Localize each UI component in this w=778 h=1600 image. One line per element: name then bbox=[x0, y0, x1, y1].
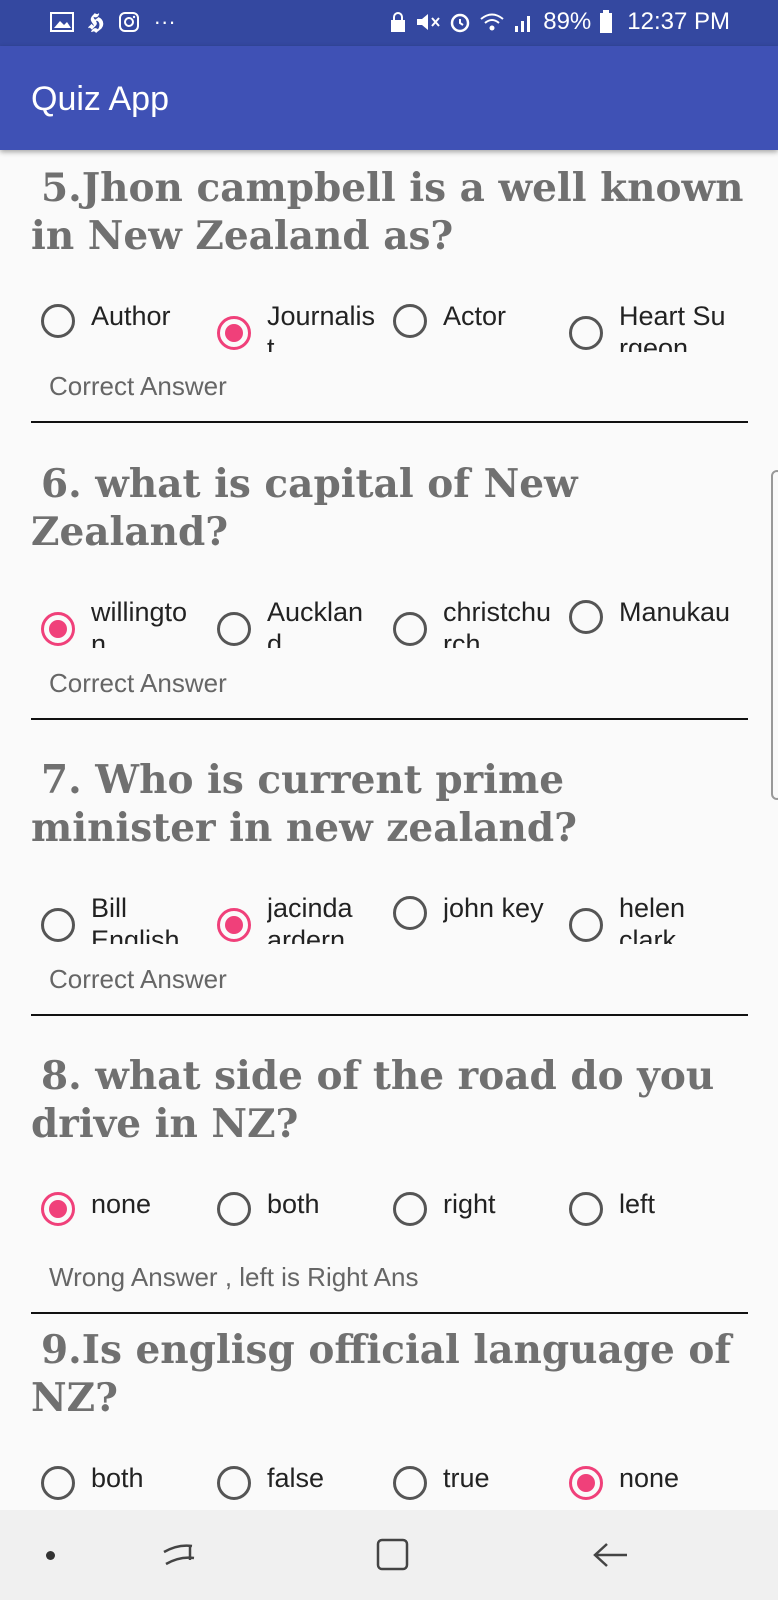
option-label: Author bbox=[91, 301, 171, 331]
mute-icon bbox=[417, 14, 440, 30]
option-label: john key bbox=[443, 893, 544, 923]
option-manukau[interactable]: Manukau bbox=[559, 596, 730, 656]
option-label: right bbox=[443, 1189, 496, 1219]
option-true[interactable]: true bbox=[383, 1462, 553, 1510]
answer-result: Wrong Answer , left is Right Ans bbox=[49, 1262, 419, 1292]
option-left[interactable]: left bbox=[559, 1188, 729, 1248]
radio-button[interactable] bbox=[41, 908, 75, 942]
option-helen-clark[interactable]: helen clark bbox=[559, 892, 729, 952]
answer-result: Correct Answer bbox=[49, 371, 227, 401]
status-bar: 𝕳 ··· 89% 12:37 PM bbox=[0, 0, 778, 46]
radio-button[interactable] bbox=[569, 316, 603, 350]
question-title: 5.Jhon campbell is a well known in New Z… bbox=[31, 165, 744, 259]
radio-button[interactable] bbox=[217, 1466, 251, 1500]
radio-button[interactable] bbox=[217, 612, 251, 646]
status-bar-left: 𝕳 ··· bbox=[50, 9, 176, 35]
radio-button[interactable] bbox=[393, 896, 427, 930]
battery-icon bbox=[600, 10, 613, 33]
radio-button[interactable] bbox=[393, 612, 427, 646]
radio-button[interactable] bbox=[217, 1192, 251, 1226]
radio-button[interactable] bbox=[569, 908, 603, 942]
wifi-icon bbox=[480, 13, 504, 31]
option-label: Heart Surgeon bbox=[619, 301, 726, 352]
navigation-bar bbox=[0, 1510, 778, 1600]
radio-button[interactable] bbox=[41, 304, 75, 338]
radio-button-checked[interactable] bbox=[217, 908, 251, 942]
radio-button[interactable] bbox=[393, 1466, 427, 1500]
lock-icon bbox=[391, 12, 406, 32]
option-actor[interactable]: Actor bbox=[383, 300, 553, 360]
option-heart-surgeon[interactable]: Heart Surgeon bbox=[559, 300, 729, 360]
radio-button[interactable] bbox=[569, 600, 603, 634]
answer-result: Correct Answer bbox=[49, 964, 227, 994]
edge-panel-handle[interactable] bbox=[771, 470, 778, 800]
option-author[interactable]: Author bbox=[31, 300, 201, 360]
gallery-icon bbox=[50, 12, 74, 32]
option-john-key[interactable]: john key bbox=[383, 892, 553, 952]
app-title: Quiz App bbox=[31, 80, 169, 118]
option-false[interactable]: false bbox=[207, 1462, 377, 1510]
status-time: 12:37 PM bbox=[627, 8, 730, 35]
option-both[interactable]: both bbox=[207, 1188, 377, 1248]
option-none[interactable]: none bbox=[31, 1188, 201, 1248]
divider bbox=[31, 718, 748, 720]
option-label: jacinda ardern bbox=[267, 893, 353, 944]
question-title: 8. what side of the road do you drive in… bbox=[31, 1053, 715, 1147]
app-bar: Quiz App bbox=[0, 46, 778, 150]
option-both[interactable]: both bbox=[31, 1462, 201, 1510]
divider bbox=[31, 1312, 748, 1314]
radio-button-checked[interactable] bbox=[41, 1192, 75, 1226]
option-label: false bbox=[267, 1463, 325, 1493]
battery-percent: 89% bbox=[543, 8, 592, 35]
option-right[interactable]: right bbox=[383, 1188, 553, 1248]
option-label: willington bbox=[91, 597, 188, 648]
option-none[interactable]: none bbox=[559, 1462, 729, 1510]
option-christchurch[interactable]: christchurch bbox=[383, 596, 553, 656]
home-icon[interactable] bbox=[368, 1530, 418, 1580]
option-label: helen clark bbox=[619, 893, 686, 944]
nav-dot-icon bbox=[46, 1551, 55, 1560]
option-jacinda-ardern[interactable]: jacinda ardern bbox=[207, 892, 377, 952]
status-bar-right: 89% 12:37 PM bbox=[389, 8, 730, 36]
option-label: christchurch bbox=[443, 597, 552, 648]
radio-button[interactable] bbox=[393, 304, 427, 338]
option-label: Auckland bbox=[267, 597, 364, 648]
question-title: 7. Who is current prime minister in new … bbox=[31, 757, 578, 851]
divider bbox=[31, 421, 748, 423]
option-label: Bill English bbox=[91, 893, 180, 944]
question-title: 6. what is capital of New Zealand? bbox=[31, 461, 578, 555]
option-label: none bbox=[91, 1189, 152, 1219]
quiz-scroll-area[interactable]: 5.Jhon campbell is a well known in New Z… bbox=[0, 150, 778, 1510]
alarm-icon bbox=[450, 13, 470, 33]
option-label: Journalist bbox=[267, 301, 376, 352]
recents-icon[interactable] bbox=[154, 1530, 204, 1580]
back-icon[interactable] bbox=[587, 1530, 637, 1580]
radio-button-checked[interactable] bbox=[41, 612, 75, 646]
more-dots-icon: ··· bbox=[153, 9, 176, 34]
news-icon: 𝕳 bbox=[88, 9, 104, 35]
radio-button-checked[interactable] bbox=[569, 1466, 603, 1500]
option-auckland[interactable]: Auckland bbox=[207, 596, 377, 656]
answer-result: Correct Answer bbox=[49, 668, 227, 698]
option-willington[interactable]: willington bbox=[31, 596, 201, 656]
option-label: Actor bbox=[443, 301, 507, 331]
instagram-icon bbox=[118, 12, 139, 32]
option-label: both bbox=[91, 1463, 144, 1493]
radio-button-checked[interactable] bbox=[217, 316, 251, 350]
option-label: true bbox=[443, 1463, 490, 1493]
option-label: both bbox=[267, 1189, 320, 1219]
radio-button[interactable] bbox=[569, 1192, 603, 1226]
option-label: left bbox=[619, 1189, 656, 1219]
option-journalist[interactable]: Journalist bbox=[207, 300, 377, 360]
signal-icon bbox=[515, 16, 531, 32]
divider bbox=[31, 1014, 748, 1016]
radio-button[interactable] bbox=[41, 1466, 75, 1500]
question-title: 9.Is englisg official language of NZ? bbox=[31, 1327, 732, 1421]
option-label: none bbox=[619, 1463, 680, 1493]
option-bill-english[interactable]: Bill English bbox=[31, 892, 201, 952]
option-label: Manukau bbox=[619, 597, 731, 627]
radio-button[interactable] bbox=[393, 1192, 427, 1226]
